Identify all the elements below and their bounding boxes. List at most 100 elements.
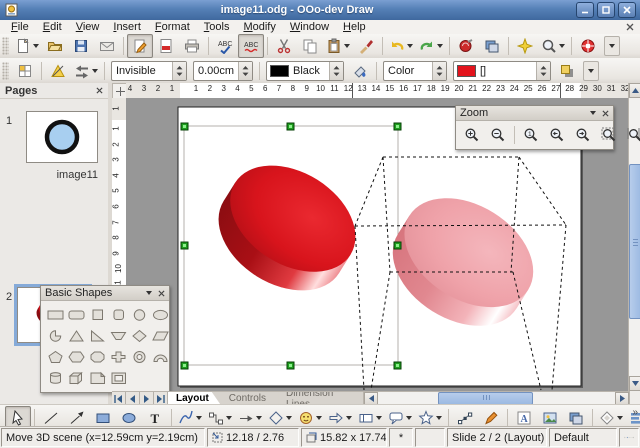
shape-cube[interactable] [66,367,87,388]
spinner-icon[interactable] [172,62,186,80]
menu-file[interactable]: File [4,20,36,34]
area-style-select[interactable]: Color [383,61,447,81]
menu-view[interactable]: View [69,20,107,34]
menu-format[interactable]: Format [148,20,197,34]
close-icon[interactable] [96,87,103,94]
shape-octagon[interactable] [87,346,108,367]
page-item-image12[interactable]: 2image12 [0,187,108,275]
shape-ring[interactable] [129,346,150,367]
gallery-button[interactable] [479,34,505,58]
close-icon[interactable] [158,290,165,297]
zoom-slider[interactable] [624,431,634,444]
zoom-out-button[interactable] [485,123,511,147]
auto-spellcheck-button[interactable]: ABC [238,34,264,58]
arrow-style-button[interactable] [71,59,101,83]
shape-circle-pie[interactable] [45,325,66,346]
navigator-button[interactable] [512,34,538,58]
spinner-icon[interactable] [536,62,550,80]
document-close-button[interactable] [626,23,634,31]
menu-modify[interactable]: Modify [236,20,282,34]
close-icon[interactable] [602,110,609,117]
shape-diamond[interactable] [129,325,150,346]
zoom-slider-thumb[interactable] [627,437,628,438]
chevron-down-icon[interactable] [146,291,152,295]
export-pdf-button[interactable] [153,34,179,58]
zoom-button[interactable] [538,34,568,58]
shape-parallelogram[interactable] [150,325,171,346]
zoom-page-width-button[interactable] [622,123,640,147]
zoom-100-button[interactable]: 1 [518,123,544,147]
cut-button[interactable] [271,34,297,58]
open-button[interactable] [42,34,68,58]
page-thumbnail[interactable] [26,111,98,163]
chevron-down-icon[interactable] [590,111,596,115]
status-page-style[interactable]: Default [549,428,617,447]
scroll-down-button[interactable] [629,376,640,391]
menu-insert[interactable]: Insert [106,20,148,34]
menu-window[interactable]: Window [283,20,336,34]
maximize-button[interactable] [597,2,615,18]
shape-regular-pentagon[interactable] [45,346,66,367]
shape-frame[interactable] [108,367,129,388]
zoom-page-button[interactable] [596,123,622,147]
spinner-icon[interactable] [329,62,343,80]
area-dialog-button[interactable] [347,59,373,83]
line-dialog-button[interactable] [45,59,71,83]
menu-tools[interactable]: Tools [197,20,237,34]
toolbar-grip[interactable] [2,37,9,55]
zoom-in-button[interactable] [459,123,485,147]
print-button[interactable] [179,34,205,58]
shape-right-triangle[interactable] [87,325,108,346]
page-item-image11[interactable]: 1image11 [0,99,108,187]
shape-isosceles-triangle[interactable] [66,325,87,346]
spinner-icon[interactable] [238,62,252,80]
minimize-button[interactable] [576,2,594,18]
shape-rounded-rectangle[interactable] [66,304,87,325]
shape-rectangle[interactable] [45,304,66,325]
shadow-button[interactable] [554,59,580,83]
styles-formatting-button[interactable] [12,59,38,83]
vertical-scroll-thumb[interactable] [629,164,640,319]
undo-button[interactable] [386,34,416,58]
toolbar-grip[interactable] [2,62,9,80]
help-button[interactable] [575,34,601,58]
zoom-next-button[interactable] [570,123,596,147]
horizontal-ruler[interactable]: 4321123456789101112131415161718192021222… [126,83,628,99]
shape-cylinder[interactable] [45,367,66,388]
menu-edit[interactable]: Edit [36,20,69,34]
format-paintbrush-button[interactable] [353,34,379,58]
shape-block-arc[interactable] [150,346,171,367]
spinner-icon[interactable] [432,62,446,80]
scroll-up-button[interactable] [629,83,640,98]
basic-shapes-titlebar[interactable]: Basic Shapes [41,286,169,301]
shape-circle[interactable] [129,304,150,325]
toolbar-overflow-button[interactable] [604,36,620,56]
line-width-input[interactable]: 0.00cm [193,61,253,81]
zoom-previous-button[interactable] [544,123,570,147]
shape-ellipse[interactable] [150,304,171,325]
hyperlink-button[interactable] [453,34,479,58]
close-button[interactable] [618,2,636,18]
email-button[interactable] [94,34,120,58]
fill-color-select[interactable]: [] [453,61,551,81]
shape-hexagon[interactable] [66,346,87,367]
toolbar-overflow-button[interactable]: » [632,407,638,418]
shape-folded-corner[interactable] [87,367,108,388]
shape-trapezoid[interactable] [108,325,129,346]
toolbar-overflow-button[interactable] [583,61,599,81]
zoom-palette-titlebar[interactable]: Zoom [456,106,613,121]
menu-help[interactable]: Help [336,20,373,34]
shape-rounded-square[interactable] [108,304,129,325]
paste-button[interactable] [323,34,353,58]
new-button[interactable] [12,34,42,58]
copy-button[interactable] [297,34,323,58]
redo-button[interactable] [416,34,446,58]
save-button[interactable] [68,34,94,58]
edit-file-button[interactable] [127,34,153,58]
title-bar[interactable]: image11.odg - OOo-dev Draw [0,0,640,21]
shape-cross[interactable] [108,346,129,367]
line-color-select[interactable]: Black [266,61,344,81]
shape-square[interactable] [87,304,108,325]
spellcheck-button[interactable]: ABC [212,34,238,58]
line-style-select[interactable]: Invisible [111,61,187,81]
